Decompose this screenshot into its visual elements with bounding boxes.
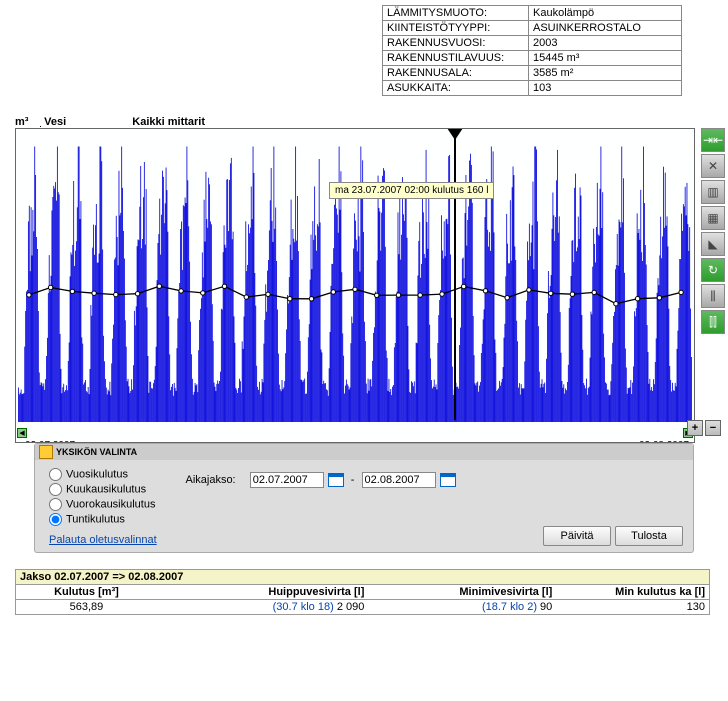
huippu-link[interactable]: (30.7 klo 18) — [273, 601, 334, 613]
period-row: Aikajakso: - — [185, 472, 455, 488]
reset-defaults-link[interactable]: Palauta oletusvalinnat — [35, 530, 157, 546]
prop-value: ASUINKERROSTALO — [529, 21, 682, 36]
chart-label-2: Kaikki mittarit — [132, 116, 205, 128]
tool-bars2-icon[interactable]: ⫼ — [701, 284, 725, 308]
tool-compare-icon[interactable]: ⫿⫿ — [701, 310, 725, 334]
date-to-input[interactable] — [362, 472, 436, 488]
summary-table: Jakso 02.07.2007 => 02.08.2007 Kulutus [… — [15, 569, 710, 615]
tool-grid-icon[interactable]: ▦ — [701, 206, 725, 230]
y-unit: m³ — [15, 116, 37, 128]
update-button[interactable]: Päivitä — [543, 526, 611, 546]
chart-tooltip: ma 23.07.2007 02:00 kulutus 160 l — [329, 182, 494, 199]
prop-label: RAKENNUSVUOSI: — [383, 36, 529, 51]
options-title: YKSIKÖN VALINTA — [56, 447, 137, 457]
calendar-icon[interactable] — [440, 473, 456, 487]
prop-value: 103 — [529, 81, 682, 96]
zoom-out-button[interactable]: − — [705, 420, 721, 436]
tool-compress-icon[interactable]: ⇥⇤ — [701, 128, 725, 152]
options-panel-header: YKSIKÖN VALINTA — [35, 444, 693, 460]
zoom-in-button[interactable]: + — [687, 420, 703, 436]
prop-label: RAKENNUSTILAVUUS: — [383, 51, 529, 66]
radio-tuntikulutus[interactable]: Tuntikulutus — [49, 513, 155, 526]
prop-value: 15445 m³ — [529, 51, 682, 66]
tool-refresh-icon[interactable]: ↻ — [701, 258, 725, 282]
chart-label-1: Vesi — [44, 116, 66, 128]
options-panel: YKSIKÖN VALINTA Vuosikulutus Kuukausikulu… — [34, 443, 694, 553]
tool-area-icon[interactable]: ◣ — [701, 232, 725, 256]
radio-kuukausikulutus[interactable]: Kuukausikulutus — [49, 483, 155, 496]
summary-header-row: Kulutus [m³] Huippuvesivirta [l] Minimiv… — [16, 585, 709, 600]
chart-header: m³ Vesi Kaikki mittarit — [15, 116, 728, 128]
kulutus-value: 563,89 — [16, 600, 157, 614]
unit-radios: Vuosikulutus Kuukausikulutus Vuorokausikul… — [49, 466, 155, 528]
chart-area[interactable]: ma 23.07.2007 02:00 kulutus 160 l ◀ 02.0… — [15, 128, 695, 443]
tool-crosshair-icon[interactable]: ✕ — [701, 154, 725, 178]
radio-vuorokausikulutus[interactable]: Vuorokausikulutus — [49, 498, 155, 511]
chart-bars — [18, 132, 692, 422]
tool-bars1-icon[interactable]: ▥ — [701, 180, 725, 204]
prop-label: RAKENNUSALA: — [383, 66, 529, 81]
print-button[interactable]: Tulosta — [615, 526, 683, 546]
prop-label: ASUKKAITA: — [383, 81, 529, 96]
prop-value: 3585 m² — [529, 66, 682, 81]
prop-value: Kaukolämpö — [529, 6, 682, 21]
prop-label: KIINTEISTÖTYYPPI: — [383, 21, 529, 36]
prop-label: LÄMMITYSMUOTO: — [383, 6, 529, 21]
marker-line[interactable] — [454, 129, 456, 420]
summary-title: Jakso 02.07.2007 => 02.08.2007 — [16, 570, 709, 585]
property-table: LÄMMITYSMUOTO:KaukolämpöKIINTEISTÖTYYPPI… — [382, 5, 682, 96]
radio-vuosikulutus[interactable]: Vuosikulutus — [49, 468, 155, 481]
chart-toolbar: ⇥⇤ ✕ ▥ ▦ ◣ ↻ ⫼ ⫿⫿ — [701, 128, 727, 336]
prop-value: 2003 — [529, 36, 682, 51]
range-handle-left[interactable]: ◀ — [17, 428, 27, 438]
summary-data-row: 563,89 (30.7 klo 18) 2 090 (18.7 klo 2) … — [16, 600, 709, 614]
date-from-input[interactable] — [250, 472, 324, 488]
min-ka-value: 130 — [556, 600, 709, 614]
options-icon — [39, 445, 53, 459]
min-link[interactable]: (18.7 klo 2) — [482, 601, 537, 613]
period-label: Aikajakso: — [185, 474, 235, 486]
calendar-icon[interactable] — [328, 473, 344, 487]
